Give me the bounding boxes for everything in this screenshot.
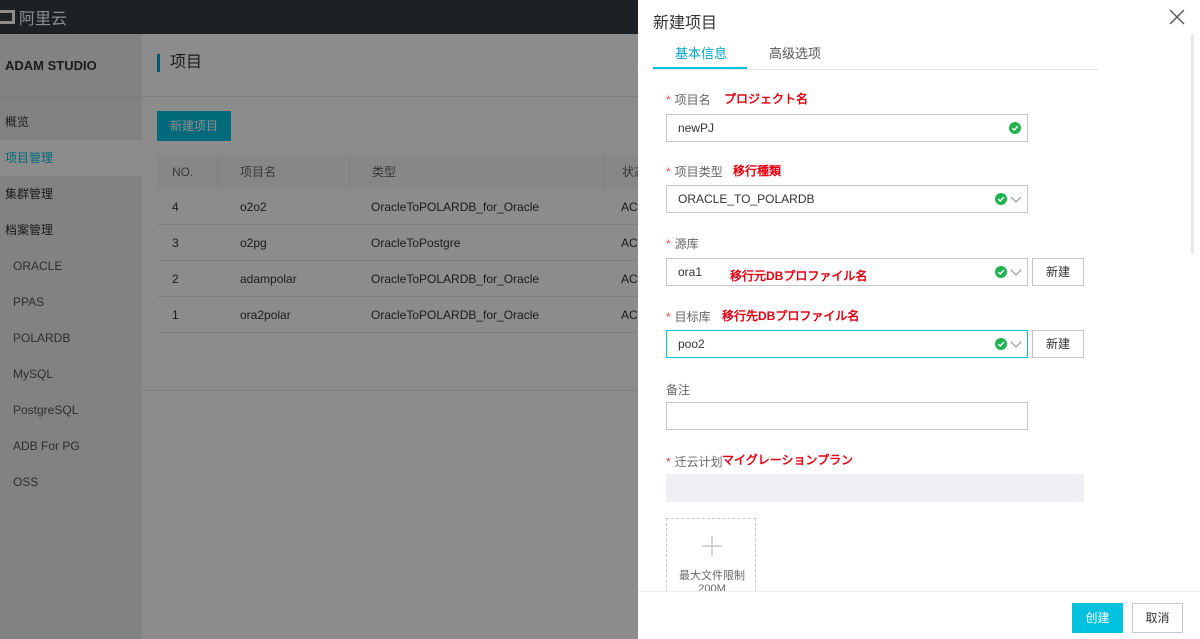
new-source-db-button[interactable]: 新建 [1032,258,1084,286]
project-type-value: ORACLE_TO_POLARDB [678,192,815,206]
chevron-down-icon [1010,269,1022,276]
create-button[interactable]: 创建 [1072,603,1123,633]
project-name-input[interactable]: newPJ [666,114,1028,142]
project-type-label: * 项目类型 [666,165,723,179]
project-name-label: * 项目名 [666,93,711,107]
drawer-tabs: 基本信息 高级选项 [653,34,1098,70]
check-circle-icon [995,266,1007,278]
check-circle-icon [995,338,1007,350]
new-target-db-button[interactable]: 新建 [1032,330,1084,358]
chevron-down-icon [1010,341,1022,348]
project-type-select[interactable]: ORACLE_TO_POLARDB [666,185,1028,213]
required-mark: * [666,165,671,179]
chevron-down-icon [1010,196,1022,203]
required-mark: * [666,237,671,251]
required-mark: * [666,310,671,324]
remark-label: 备注 [666,383,691,397]
project-type-annotation: 移行種類 [733,164,782,178]
check-circle-icon [1009,122,1021,134]
project-name-value: newPJ [678,121,715,135]
source-db-value: ora1 [678,265,703,279]
check-circle-icon [995,193,1007,205]
required-mark: * [666,455,671,469]
tab-active-indicator [653,67,747,69]
required-mark: * [666,93,671,107]
plus-icon [702,536,722,556]
app-root: 阿里云 ADAM STUDIO 概览 项目管理 集群管理 档案管理 ORACLE… [0,0,1200,639]
target-db-value: poo2 [678,337,705,351]
source-db-label: * 源库 [666,237,699,251]
plan-label: * 迁云计划 [666,455,723,469]
tab-advanced-options[interactable]: 高级选项 [769,43,821,62]
project-name-annotation: プロジェクト名 [724,92,809,106]
plan-display [666,474,1084,502]
target-db-label: * 目标库 [666,310,711,324]
modal-backdrop[interactable] [0,0,638,639]
plan-annotation: マイグレーションプラン [722,453,854,467]
cancel-button[interactable]: 取消 [1132,603,1183,633]
target-db-select[interactable]: poo2 [666,330,1028,358]
tab-basic-info[interactable]: 基本信息 [675,43,727,62]
drawer-footer: 创建 取消 [638,591,1200,639]
close-icon[interactable] [1168,8,1186,26]
target-db-annotation: 移行先DBプロファイル名 [722,309,860,323]
source-db-annotation: 移行元DBプロファイル名 [730,269,868,283]
new-project-drawer: 新建项目 基本信息 高级选项 * 项目名 プロジェクト名 newPJ * 项目类型 … [638,0,1200,639]
drawer-scrollbar[interactable] [1190,34,1196,254]
remark-input[interactable] [666,402,1028,430]
drawer-title: 新建项目 [653,15,718,32]
